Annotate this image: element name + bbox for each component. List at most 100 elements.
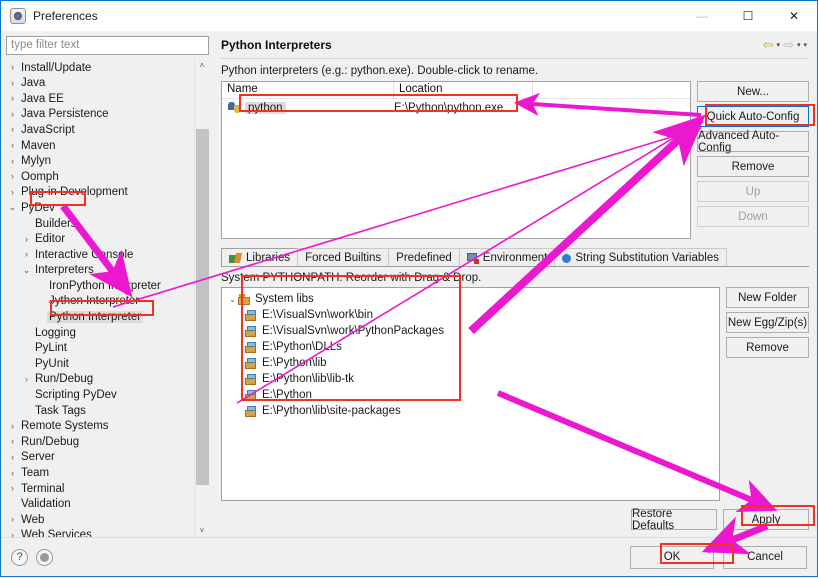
button-advanced-auto-config[interactable]: Advanced Auto-Config — [697, 131, 809, 152]
button-restore-defaults[interactable]: Restore Defaults — [631, 509, 717, 530]
chevron-right-icon[interactable]: › — [6, 515, 19, 524]
sidebar-item[interactable]: IronPython Interpreter — [6, 278, 194, 294]
maximize-button[interactable]: ☐ — [725, 1, 771, 31]
chevron-right-icon[interactable]: › — [6, 453, 19, 462]
chevron-down-icon[interactable]: ⌄ — [227, 295, 238, 304]
library-path-item[interactable]: E:\VisualSvn\work\bin — [227, 307, 719, 323]
sidebar-item[interactable]: ›Server — [6, 450, 194, 466]
column-header-location[interactable]: Location — [394, 82, 533, 99]
chevron-right-icon[interactable]: › — [6, 63, 19, 72]
sidebar-item[interactable]: ›Team — [6, 465, 194, 481]
scroll-up-icon[interactable]: ˄ — [195, 59, 210, 73]
sidebar-item[interactable]: ⌄Interpreters — [6, 263, 194, 279]
library-path-item[interactable]: E:\Python — [227, 387, 719, 403]
button-new[interactable]: New... — [697, 81, 809, 102]
scroll-down-icon[interactable]: ˅ — [195, 523, 210, 537]
sidebar-item[interactable]: ›Web — [6, 512, 194, 528]
sidebar-item[interactable]: ›JavaScript — [6, 122, 194, 138]
sidebar-scrollbar[interactable]: ˄ ˅ — [194, 59, 209, 537]
sidebar-item[interactable]: ›Install/Update — [6, 60, 194, 76]
circle-icon[interactable] — [36, 549, 53, 566]
chevron-right-icon[interactable]: › — [6, 110, 19, 119]
sidebar-item[interactable]: ›Editor — [6, 231, 194, 247]
sidebar-item[interactable]: Scripting PyDev — [6, 387, 194, 403]
chevron-right-icon[interactable]: › — [6, 484, 19, 493]
close-button[interactable]: ✕ — [771, 1, 817, 31]
sidebar-item[interactable]: Python Interpreter — [6, 309, 194, 325]
tab-forced-builtins[interactable]: Forced Builtins — [297, 248, 389, 267]
back-dropdown-icon[interactable]: ▾ — [777, 41, 781, 49]
chevron-right-icon[interactable]: › — [6, 141, 19, 150]
library-root[interactable]: ⌄System libs — [227, 291, 719, 307]
chevron-right-icon[interactable]: › — [6, 125, 19, 134]
chevron-right-icon[interactable]: › — [6, 437, 19, 446]
interpreters-table[interactable]: Name Location python E:\Python\python.ex… — [221, 81, 691, 239]
button-remove[interactable]: Remove — [726, 337, 809, 358]
chevron-right-icon[interactable]: › — [6, 94, 19, 103]
sidebar-item[interactable]: PyLint — [6, 340, 194, 356]
cell-name[interactable]: python — [222, 101, 394, 114]
chevron-down-icon[interactable]: ⌄ — [20, 266, 33, 275]
sidebar-item[interactable]: ›Oomph — [6, 169, 194, 185]
sidebar-item[interactable]: ›Java Persistence — [6, 107, 194, 123]
tab-environment[interactable]: Environment — [459, 248, 556, 267]
sidebar-item[interactable]: ›Remote Systems — [6, 418, 194, 434]
menu-dropdown-icon[interactable]: ▾ — [803, 41, 807, 49]
button-new-folder[interactable]: New Folder — [726, 287, 809, 308]
help-icon[interactable]: ? — [11, 549, 28, 566]
chevron-right-icon[interactable]: › — [20, 235, 33, 244]
button-remove[interactable]: Remove — [697, 156, 809, 177]
sidebar-item[interactable]: ›Interactive Console — [6, 247, 194, 263]
tab-libraries[interactable]: Libraries — [221, 248, 298, 267]
sidebar-item[interactable]: ›Web Services — [6, 528, 194, 537]
chevron-right-icon[interactable]: › — [6, 531, 19, 537]
filter-input[interactable]: type filter text — [6, 36, 209, 55]
library-path-item[interactable]: E:\Python\DLLs — [227, 339, 719, 355]
chevron-right-icon[interactable]: › — [6, 79, 19, 88]
column-header-name[interactable]: Name — [222, 82, 394, 99]
chevron-right-icon[interactable]: › — [6, 422, 19, 431]
sidebar-item[interactable]: PyUnit — [6, 356, 194, 372]
tab-predefined[interactable]: Predefined — [388, 248, 460, 267]
back-icon[interactable]: ⇦ — [763, 37, 774, 53]
chevron-right-icon[interactable]: › — [20, 250, 33, 259]
library-path-item[interactable]: E:\Python\lib\site-packages — [227, 403, 719, 419]
sidebar-item[interactable]: Builders — [6, 216, 194, 232]
scrollbar-thumb[interactable] — [196, 129, 209, 485]
chevron-right-icon[interactable]: › — [6, 188, 19, 197]
column-header-extra[interactable] — [533, 82, 690, 99]
library-path-item[interactable]: E:\Python\lib\lib-tk — [227, 371, 719, 387]
button-ok[interactable]: OK — [630, 546, 714, 569]
tab-string-substitution-variables[interactable]: String Substitution Variables — [554, 248, 727, 267]
chevron-right-icon[interactable]: › — [6, 469, 19, 478]
chevron-down-icon[interactable]: ⌄ — [6, 203, 19, 212]
preferences-tree[interactable]: ›Install/Update›Java›Java EE›Java Persis… — [6, 59, 194, 537]
chevron-right-icon[interactable]: › — [6, 157, 19, 166]
chevron-right-icon[interactable]: › — [20, 375, 33, 384]
sidebar-item[interactable]: ›Java — [6, 75, 194, 91]
sidebar-item[interactable]: Jython Interpreter — [6, 294, 194, 310]
button-cancel[interactable]: Cancel — [723, 546, 807, 569]
sidebar-item[interactable]: Logging — [6, 325, 194, 341]
library-path-item[interactable]: E:\VisualSvn\work\PythonPackages — [227, 323, 719, 339]
forward-dropdown-icon[interactable]: ▾ — [797, 41, 801, 49]
forward-icon[interactable]: ⇨ — [783, 37, 794, 53]
minimize-button[interactable]: — — [679, 1, 725, 31]
sidebar-item[interactable]: ›Run/Debug — [6, 434, 194, 450]
sidebar-item[interactable]: ›Plug-in Development — [6, 185, 194, 201]
chevron-right-icon[interactable]: › — [6, 172, 19, 181]
sidebar-item[interactable]: ›Mylyn — [6, 153, 194, 169]
sidebar-item[interactable]: Task Tags — [6, 403, 194, 419]
sidebar-item[interactable]: ⌄PyDev — [6, 200, 194, 216]
button-apply[interactable]: Apply — [723, 509, 809, 530]
sidebar-item[interactable]: ›Terminal — [6, 481, 194, 497]
sidebar-item[interactable]: ›Run/Debug — [6, 372, 194, 388]
button-new-egg-zip-s-[interactable]: New Egg/Zip(s) — [726, 312, 809, 333]
sidebar-item[interactable]: ›Java EE — [6, 91, 194, 107]
button-quick-auto-config[interactable]: Quick Auto-Config — [697, 106, 809, 127]
library-path-item[interactable]: E:\Python\lib — [227, 355, 719, 371]
table-row[interactable]: python E:\Python\python.exe — [222, 99, 690, 116]
sidebar-item[interactable]: ›Maven — [6, 138, 194, 154]
libraries-tree[interactable]: ⌄System libsE:\VisualSvn\work\binE:\Visu… — [221, 287, 720, 501]
sidebar-item[interactable]: Validation — [6, 496, 194, 512]
